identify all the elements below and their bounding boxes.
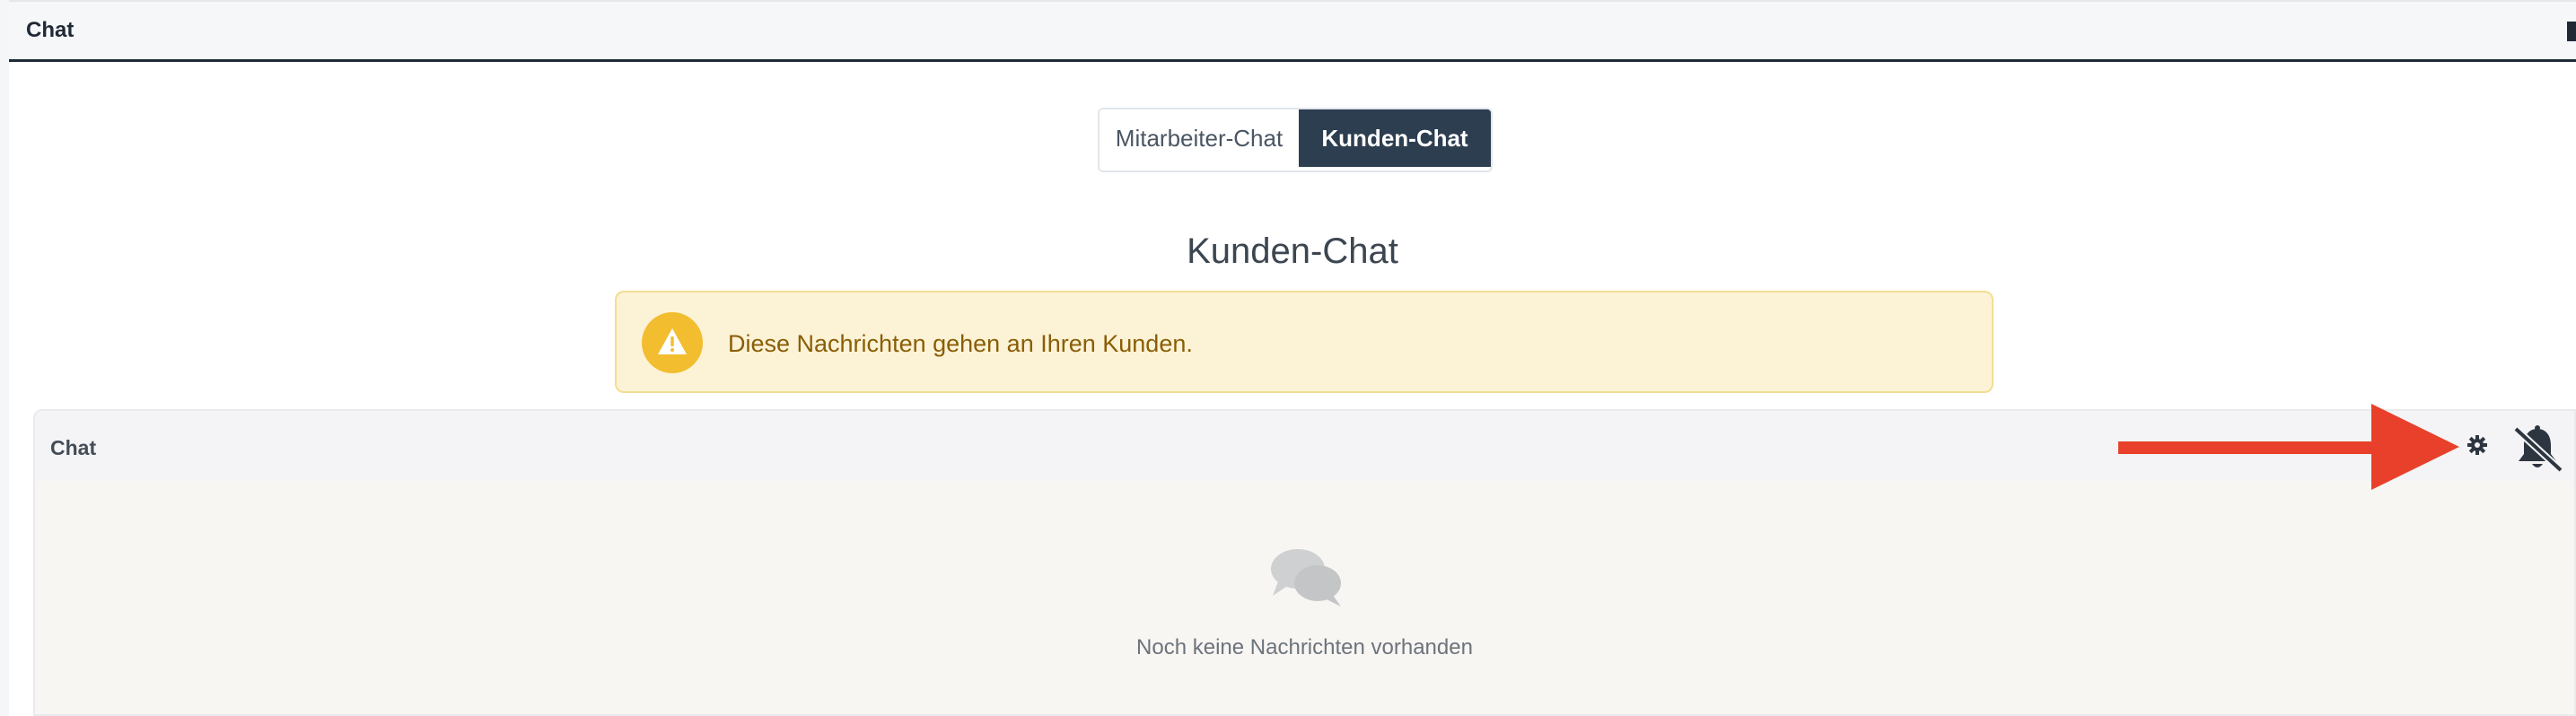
tab-mitarbeiter-chat[interactable]: Mitarbeiter-Chat <box>1100 109 1299 167</box>
warning-icon <box>642 312 703 373</box>
empty-state-message: Noch keine Nachrichten vorhanden <box>1136 635 1473 659</box>
section-title: Kunden-Chat <box>1187 231 1398 271</box>
chat-type-toggle: Mitarbeiter-Chat Kunden-Chat <box>1098 108 1493 172</box>
comments-icon <box>1271 549 1341 607</box>
warning-alert: Diese Nachrichten gehen an Ihren Kunden. <box>615 291 1993 393</box>
panel-header: Chat <box>9 0 2576 62</box>
annotation-arrow <box>2118 404 2459 490</box>
page-title: Chat <box>26 18 74 42</box>
alert-message: Diese Nachrichten gehen an Ihren Kunden. <box>728 330 1193 357</box>
bell-slash-icon[interactable] <box>2510 423 2564 474</box>
chat-title: Chat <box>50 436 97 459</box>
bookmark-icon[interactable] <box>2567 22 2576 41</box>
gear-icon[interactable] <box>2466 434 2488 456</box>
tab-kunden-chat[interactable]: Kunden-Chat <box>1299 109 1491 167</box>
